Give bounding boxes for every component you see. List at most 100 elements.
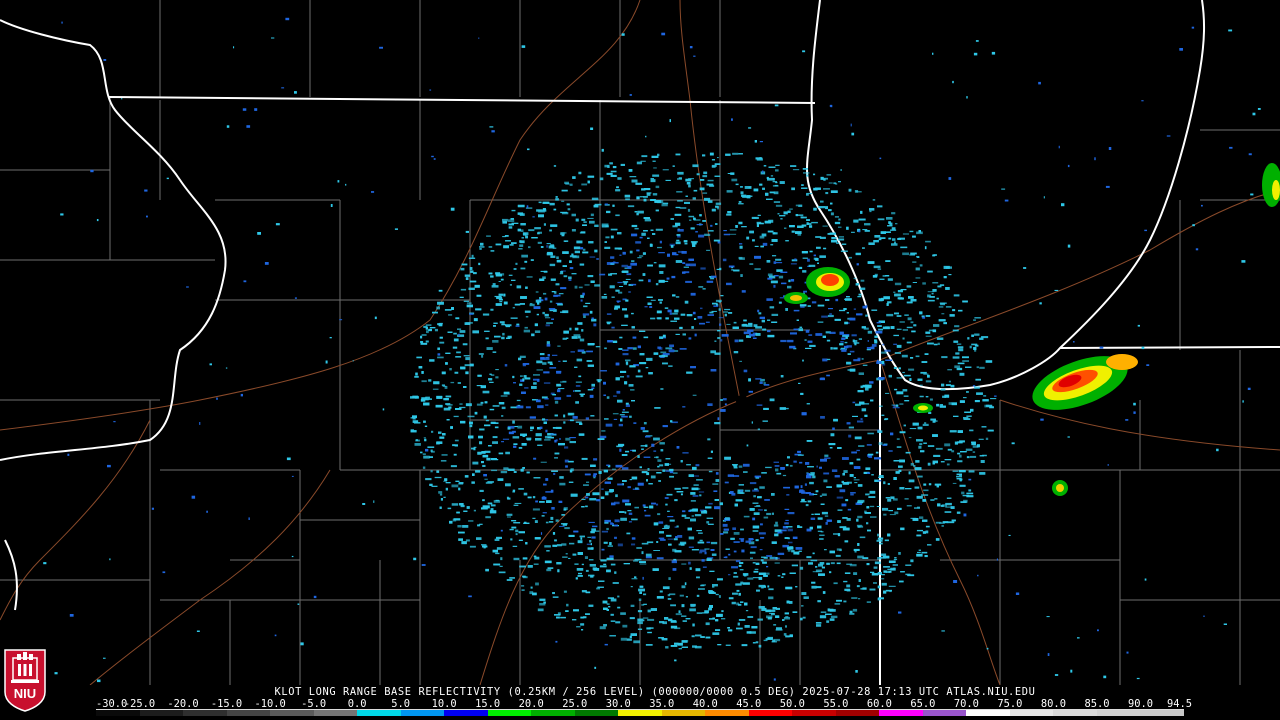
echo-pixel <box>610 522 613 525</box>
echo-pixel <box>940 461 945 463</box>
echo-pixel <box>846 422 851 425</box>
echo-pixel <box>771 321 778 323</box>
echo-pixel <box>784 537 789 539</box>
echo-pixel <box>784 227 787 229</box>
echo-pixel <box>857 296 862 298</box>
echo-pixel <box>727 474 734 477</box>
echo-pixel <box>903 424 906 427</box>
echo-pixel <box>773 524 779 527</box>
echo-pixel <box>679 594 684 597</box>
echo-pixel <box>862 247 865 249</box>
echo-pixel <box>570 351 575 353</box>
echo-pixel <box>765 192 769 196</box>
echo-pixel <box>627 347 633 350</box>
echo-pixel <box>951 519 956 522</box>
echo-pixel <box>894 352 901 354</box>
echo-pixel <box>849 610 853 614</box>
echo-pixel <box>520 267 526 270</box>
echo-pixel <box>948 402 952 405</box>
echo-pixel <box>1133 402 1136 406</box>
echo-pixel <box>708 502 713 505</box>
echo-pixel <box>909 230 914 233</box>
echo-pixel <box>371 191 375 193</box>
echo-pixel <box>829 571 832 574</box>
echo-pixel <box>678 543 685 546</box>
echo-pixel <box>923 489 929 492</box>
echo-pixel <box>879 278 885 280</box>
echo-pixel <box>458 482 464 484</box>
echo-pixel <box>1099 346 1104 349</box>
echo-pixel <box>597 586 604 588</box>
echo-pixel <box>637 369 641 373</box>
echo-pixel <box>662 334 666 338</box>
echo-pixel <box>605 236 610 239</box>
echo-pixel <box>917 378 923 381</box>
echo-pixel <box>742 323 747 327</box>
echo-pixel <box>640 427 645 430</box>
echo-pixel <box>616 445 623 448</box>
echo-pixel <box>629 176 637 178</box>
echo-pixel <box>527 496 532 499</box>
echo-pixel <box>826 374 830 377</box>
echo-pixel <box>590 464 596 467</box>
echo-pixel <box>860 418 863 420</box>
echo-pixel <box>532 592 537 596</box>
echo-pixel <box>822 225 828 227</box>
echo-pixel <box>830 190 838 193</box>
echo-pixel <box>826 339 831 342</box>
echo-pixel <box>717 417 720 421</box>
echo-pixel <box>693 189 698 192</box>
echo-pixel <box>574 563 579 565</box>
echo-pixel <box>550 489 554 493</box>
echo-pixel <box>539 426 543 429</box>
echo-pixel <box>540 357 545 360</box>
echo-pixel <box>594 224 599 227</box>
echo-pixel <box>749 508 755 511</box>
echo-pixel <box>708 230 714 232</box>
echo-pixel <box>625 450 630 453</box>
echo-pixel <box>593 568 600 571</box>
echo-pixel <box>775 521 778 525</box>
echo-pixel <box>550 278 556 281</box>
echo-pixel <box>771 512 774 515</box>
echo-pixel <box>552 354 558 356</box>
echo-pixel <box>649 306 653 308</box>
echo-pixel <box>711 164 717 167</box>
echo-pixel <box>769 191 775 194</box>
echo-pixel <box>582 248 586 251</box>
echo-pixel <box>963 397 967 399</box>
echo-pixel <box>604 418 609 420</box>
echo-pixel <box>869 208 875 211</box>
echo-pixel <box>542 512 547 514</box>
echo-pixel <box>601 296 608 299</box>
echo-pixel <box>877 597 881 601</box>
echo-pixel <box>690 500 696 502</box>
echo-pixel <box>869 490 876 494</box>
echo-pixel <box>701 559 705 562</box>
echo-pixel <box>788 279 791 283</box>
echo-pixel <box>879 237 886 239</box>
echo-pixel <box>451 484 459 488</box>
echo-pixel <box>738 203 744 205</box>
echo-pixel <box>688 546 694 548</box>
echo-pixel <box>479 523 483 525</box>
echo-pixel <box>825 613 832 615</box>
echo-pixel <box>639 236 643 239</box>
echo-pixel <box>844 341 848 344</box>
echo-pixel <box>744 186 752 189</box>
echo-pixel <box>823 247 827 250</box>
echo-pixel <box>924 555 928 558</box>
echo-pixel <box>488 378 493 381</box>
echo-pixel <box>554 614 561 616</box>
echo-pixel <box>507 427 511 430</box>
echo-pixel <box>512 420 515 424</box>
echo-pixel <box>706 558 712 561</box>
echo-pixel <box>739 562 744 564</box>
echo-pixel <box>631 543 636 546</box>
echo-pixel <box>569 183 573 186</box>
echo-pixel <box>586 481 590 483</box>
echo-pixel <box>733 572 737 574</box>
echo-pixel <box>576 358 583 362</box>
echo-pixel <box>959 372 965 376</box>
echo-pixel <box>669 471 674 474</box>
